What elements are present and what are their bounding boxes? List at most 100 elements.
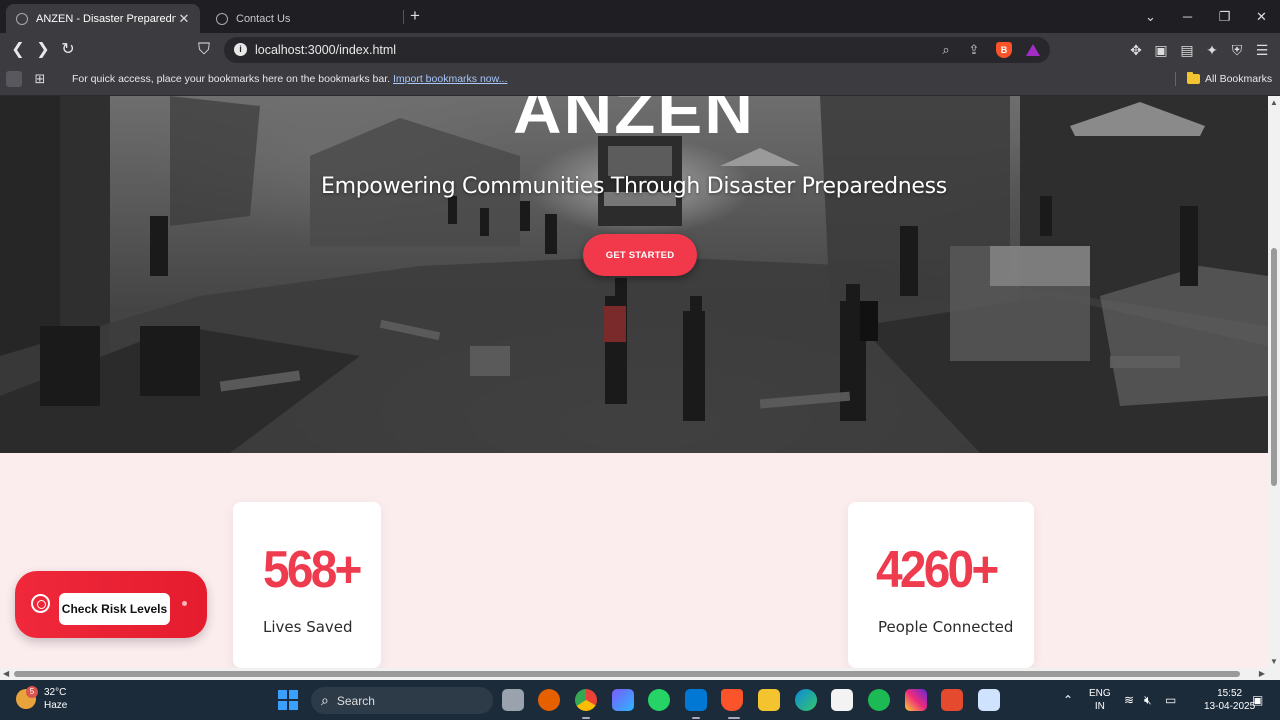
sidebar-icon[interactable]: ▣ [1152,41,1170,59]
close-window-button[interactable]: ✕ [1243,0,1280,33]
menu-icon[interactable]: ☰ [1253,41,1271,59]
spotify-icon[interactable] [868,689,890,711]
running-indicator [582,717,590,719]
zoom-icon[interactable]: ⌕ [938,42,954,58]
hero-tagline: Empowering Communities Through Disaster … [321,174,947,199]
browser-tab-bar: ANZEN - Disaster Preparedness ✕ Contact … [0,0,1280,33]
reload-icon[interactable]: ↻ [59,41,77,59]
brave-icon[interactable] [721,689,743,711]
weather-widget[interactable]: 5 32°C Haze [16,686,67,712]
instagram-icon[interactable] [905,689,927,711]
hero-section: ANZEN Empowering Communities Through Dis… [0,96,1268,453]
vertical-scroll-thumb[interactable] [1271,248,1277,486]
snipping-tool-icon[interactable] [978,689,1000,711]
windows-start-icon[interactable] [278,690,298,710]
wifi-icon[interactable]: ≋ [1124,693,1134,707]
brand-logo: ANZEN [513,96,755,147]
chrome-icon[interactable] [575,689,597,711]
bookmarks-divider [1175,72,1176,86]
folder-icon [1187,72,1200,84]
task-view-icon[interactable] [502,689,524,711]
date: 13-04-2025 [1204,701,1256,712]
back-icon[interactable]: ❮ [9,41,27,59]
file-explorer-icon[interactable] [758,689,780,711]
battery-icon[interactable]: ▭ [1165,693,1176,707]
vscode-icon[interactable] [685,689,707,711]
bookmark-icon[interactable]: ⛉ [195,41,213,59]
forward-icon[interactable]: ❯ [34,41,52,59]
search-label: Search [336,693,375,708]
import-bookmarks-link[interactable]: Import bookmarks now... [393,73,507,85]
close-tab-icon[interactable]: ✕ [176,11,192,27]
notifications-icon[interactable]: ▣ [1252,693,1263,707]
status-dot [182,601,187,606]
all-bookmarks-label: All Bookmarks [1205,73,1273,85]
scroll-down-arrow-icon[interactable]: ▼ [1270,657,1278,666]
weather-icon: 5 [16,686,38,709]
brave-rewards-icon[interactable] [1026,44,1040,56]
tab-divider [403,10,404,24]
leo-ai-icon[interactable]: ✦ [1203,41,1221,59]
url-text[interactable]: localhost:3000/index.html [255,43,396,57]
globe-icon [16,12,28,25]
stat-value: 4260+ [876,541,999,599]
site-info-icon[interactable]: i [234,43,247,56]
running-indicator [692,717,700,719]
address-bar[interactable]: i localhost:3000/index.html ⌕ ⇪ B [224,37,1050,63]
copilot-icon[interactable] [612,689,634,711]
whatsapp-icon[interactable] [648,689,670,711]
taskbar-search[interactable]: ⌕ Search [311,687,493,714]
extensions-icon[interactable]: ✥ [1127,41,1145,59]
minimize-button[interactable]: ─ [1169,0,1206,33]
running-indicator [728,717,740,719]
bookmark-placeholder-icon[interactable] [6,71,22,87]
store-icon[interactable] [831,689,853,711]
wps-office-icon[interactable] [941,689,963,711]
weather-text: 32°C Haze [44,686,67,712]
check-risk-levels-button[interactable]: Check Risk Levels [59,593,170,625]
wallet-icon[interactable]: ▤ [1178,41,1196,59]
stat-label: Lives Saved [263,618,353,636]
apps-grid-icon[interactable]: ⊞ [32,71,48,87]
windows-taskbar: 5 32°C Haze ⌕ Search ⌃ ENG IN ≋ 🔇︎ ▭ 15:… [0,680,1280,720]
bookmarks-hint: For quick access, place your bookmarks h… [72,73,507,85]
stat-value: 568+ [263,541,362,599]
tab-search-icon[interactable]: ⌄ [1132,0,1169,33]
get-started-button[interactable]: GET STARTED [583,234,697,276]
stat-card-people-connected: 4260+ People Connected [848,502,1034,668]
scroll-up-arrow-icon[interactable]: ▲ [1270,98,1278,107]
share-icon[interactable]: ⇪ [966,42,982,58]
risk-widget[interactable]: Check Risk Levels [15,571,207,638]
firefox-icon[interactable] [538,689,560,711]
volume-muted-icon[interactable]: 🔇︎ [1144,693,1152,708]
language-indicator[interactable]: ENG IN [1089,687,1111,713]
tab-title: ANZEN - Disaster Preparedness [36,12,176,25]
tab-title: Contact Us [236,12,291,25]
window-controls: ⌄ ─ ❐ ✕ [1132,0,1280,33]
stat-card-lives-saved: 568+ Lives Saved [233,502,381,668]
globe-icon [216,12,228,25]
brave-shields-icon[interactable]: B [996,42,1012,58]
lang-line2: IN [1094,701,1105,712]
horizontal-scroll-thumb[interactable] [14,671,1240,677]
radar-icon [31,594,50,613]
horizontal-scrollbar[interactable]: ◀ ▶ [0,668,1280,680]
edge-icon[interactable] [795,689,817,711]
vpn-icon[interactable]: ⛨ [1228,41,1246,59]
tab-anzen[interactable]: ANZEN - Disaster Preparedness ✕ [6,4,200,33]
vertical-scrollbar[interactable]: ▲ ▼ [1268,96,1280,668]
time: 15:52 [1217,688,1243,699]
clock[interactable]: 15:52 13-04-2025 [1204,687,1255,713]
stat-label: People Connected [878,618,1014,636]
show-hidden-icons-chevron-icon[interactable]: ⌃ [1063,693,1073,707]
notification-badge: 5 [26,686,38,698]
weather-temp: 32°C [44,687,67,698]
new-tab-button[interactable]: + [406,7,424,25]
weather-desc: Haze [44,700,68,711]
scroll-right-arrow-icon[interactable]: ▶ [1259,669,1265,678]
scroll-left-arrow-icon[interactable]: ◀ [3,669,9,678]
browser-toolbar: ❮ ❯ ↻ ⛉ i localhost:3000/index.html ⌕ ⇪ … [0,33,1280,67]
tab-contact[interactable]: Contact Us [206,4,402,33]
all-bookmarks-button[interactable]: All Bookmarks [1187,72,1272,86]
maximize-button[interactable]: ❐ [1206,0,1243,33]
